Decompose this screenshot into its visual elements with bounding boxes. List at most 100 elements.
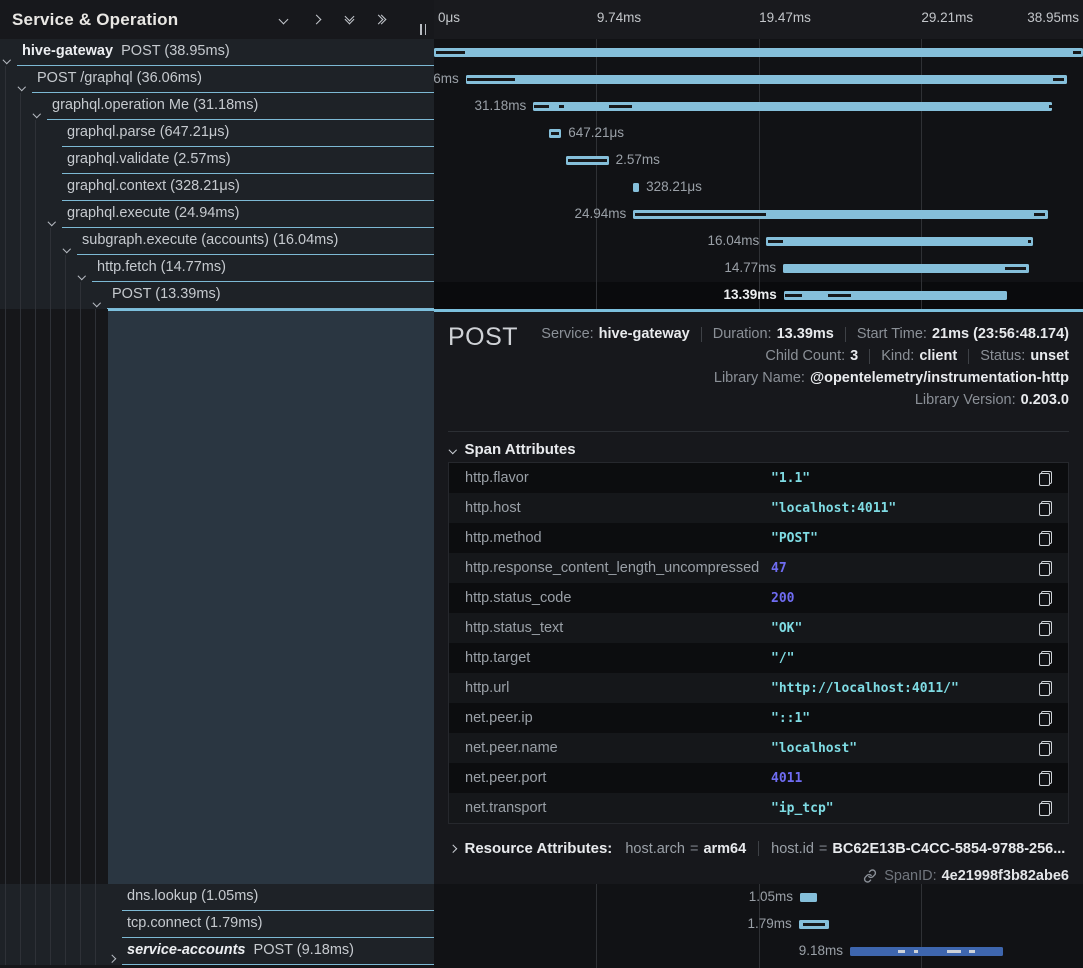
copy-icon[interactable] <box>1039 531 1052 546</box>
indent-guide <box>65 255 66 282</box>
indent-guide <box>20 174 21 201</box>
span-bar[interactable] <box>850 947 1003 956</box>
resource-attributes-header[interactable]: Resource Attributes: host.arch=arm64host… <box>450 840 1069 857</box>
chevron-right-icon <box>450 845 457 853</box>
span-bar[interactable] <box>466 75 1068 84</box>
panel-resize-handle[interactable] <box>420 24 426 35</box>
indent-guide <box>5 201 6 228</box>
copy-icon[interactable] <box>1039 651 1052 666</box>
attribute-key: net.peer.ip <box>449 710 771 726</box>
copy-icon[interactable] <box>1039 681 1052 696</box>
copy-icon[interactable] <box>1039 501 1052 516</box>
span-bar[interactable] <box>533 102 1052 111</box>
tree-header-title: Service & Operation <box>12 10 178 30</box>
meta-value: hive-gateway <box>599 326 690 342</box>
chevron-down-icon[interactable] <box>49 211 55 229</box>
chevron-right-icon[interactable] <box>109 948 115 966</box>
span-row-label: POST /graphql (36.06ms) <box>37 70 202 86</box>
attribute-value: "::1" <box>771 711 1039 726</box>
indent-guide <box>80 884 81 911</box>
equals-sign: = <box>690 841 698 857</box>
span-row-label: http.fetch (14.77ms) <box>97 259 226 275</box>
child-span-marker <box>635 213 766 216</box>
span-bar[interactable] <box>783 264 1029 273</box>
span-bar[interactable] <box>434 48 1083 57</box>
detail-divider <box>448 431 1069 432</box>
child-span-marker <box>1034 213 1046 216</box>
chevron-down-icon[interactable] <box>94 292 100 310</box>
resource-key: host.arch <box>625 841 685 857</box>
child-span-marker <box>1049 105 1052 108</box>
copy-icon[interactable] <box>1039 801 1052 816</box>
trace-viewer: hive-gateway POST (38.95ms) POST /graphql… <box>0 0 1083 968</box>
span-row[interactable]: POST /graphql (36.06ms) <box>0 66 434 93</box>
copy-icon[interactable] <box>1039 621 1052 636</box>
indent-guide <box>5 66 6 93</box>
span-bar[interactable] <box>766 237 1033 246</box>
copy-icon[interactable] <box>1039 471 1052 486</box>
attribute-value: "localhost" <box>771 741 1039 756</box>
indent-guide <box>65 282 66 309</box>
indent-guide <box>35 255 36 282</box>
copy-icon[interactable] <box>1039 561 1052 576</box>
attribute-value: "http://localhost:4011/" <box>771 681 1039 696</box>
copy-icon[interactable] <box>1039 771 1052 786</box>
span-bar[interactable] <box>800 893 817 902</box>
chevron-down-icon[interactable] <box>4 49 10 67</box>
indent-guide <box>65 884 66 911</box>
child-span-marker <box>467 78 515 81</box>
span-bar[interactable] <box>784 291 1007 300</box>
span-row[interactable]: hive-gateway POST (38.95ms) <box>0 39 434 66</box>
attribute-value: "ip_tcp" <box>771 801 1039 816</box>
span-bar[interactable] <box>566 156 609 165</box>
span-row[interactable]: graphql.parse (647.21μs) <box>0 120 434 147</box>
indent-guide <box>35 228 36 255</box>
chevron-down-icon[interactable] <box>19 76 25 94</box>
span-row[interactable]: graphql.validate (2.57ms) <box>0 147 434 174</box>
chevron-down-icon[interactable] <box>64 238 70 256</box>
copy-icon[interactable] <box>1039 591 1052 606</box>
indent-guide <box>20 911 21 938</box>
attribute-row: net.transport"ip_tcp" <box>449 793 1068 823</box>
timeline-row: 9.18ms <box>434 938 1083 965</box>
span-row[interactable]: dns.lookup (1.05ms) <box>0 884 434 911</box>
span-row[interactable]: graphql.context (328.21μs) <box>0 174 434 201</box>
span-duration-label: 13.39ms <box>724 287 777 302</box>
chevron-down-icon[interactable] <box>34 103 40 121</box>
span-row[interactable]: tcp.connect (1.79ms) <box>0 911 434 938</box>
span-row[interactable]: POST (13.39ms) <box>0 282 434 309</box>
attribute-key: net.peer.port <box>449 770 771 786</box>
span-row[interactable]: graphql.operation Me (31.18ms) <box>0 93 434 120</box>
span-row[interactable]: http.fetch (14.77ms) <box>0 255 434 282</box>
span-duration-label: 9.18ms <box>799 943 843 958</box>
span-row[interactable]: service-accounts POST (9.18ms) <box>0 938 434 965</box>
attribute-row: http.status_text"OK" <box>449 613 1068 643</box>
ruler-tick-label: 9.74ms <box>597 10 641 25</box>
span-row[interactable]: subgraph.execute (accounts) (16.04ms) <box>0 228 434 255</box>
chevron-down-icon[interactable] <box>79 265 85 283</box>
child-span-marker <box>914 950 918 953</box>
double-chevron-down-icon[interactable] <box>341 12 357 28</box>
span-row-label: graphql.operation Me (31.18ms) <box>52 97 258 113</box>
span-attributes-header[interactable]: Span Attributes <box>450 441 576 458</box>
chevron-right-icon[interactable] <box>308 12 324 28</box>
attribute-value: 4011 <box>771 771 1039 786</box>
span-bar[interactable] <box>633 183 639 192</box>
copy-icon[interactable] <box>1039 741 1052 756</box>
meta-divider <box>845 327 846 342</box>
attribute-key: http.target <box>449 650 771 666</box>
child-span-marker <box>1073 51 1081 54</box>
span-bar[interactable] <box>799 920 829 929</box>
span-bar[interactable] <box>549 129 561 138</box>
tree-header-icons <box>275 0 390 39</box>
span-row[interactable]: graphql.execute (24.94ms) <box>0 201 434 228</box>
indent-guide <box>80 938 81 965</box>
service-name: hive-gateway <box>22 43 113 59</box>
copy-icon[interactable] <box>1039 711 1052 726</box>
attribute-row: http.target"/" <box>449 643 1068 673</box>
span-bar[interactable] <box>633 210 1048 219</box>
chevron-down-icon[interactable] <box>275 12 291 28</box>
double-chevron-right-icon[interactable] <box>374 12 390 28</box>
indent-guide <box>35 201 36 228</box>
timeline-row: 14.77ms <box>434 255 1083 282</box>
